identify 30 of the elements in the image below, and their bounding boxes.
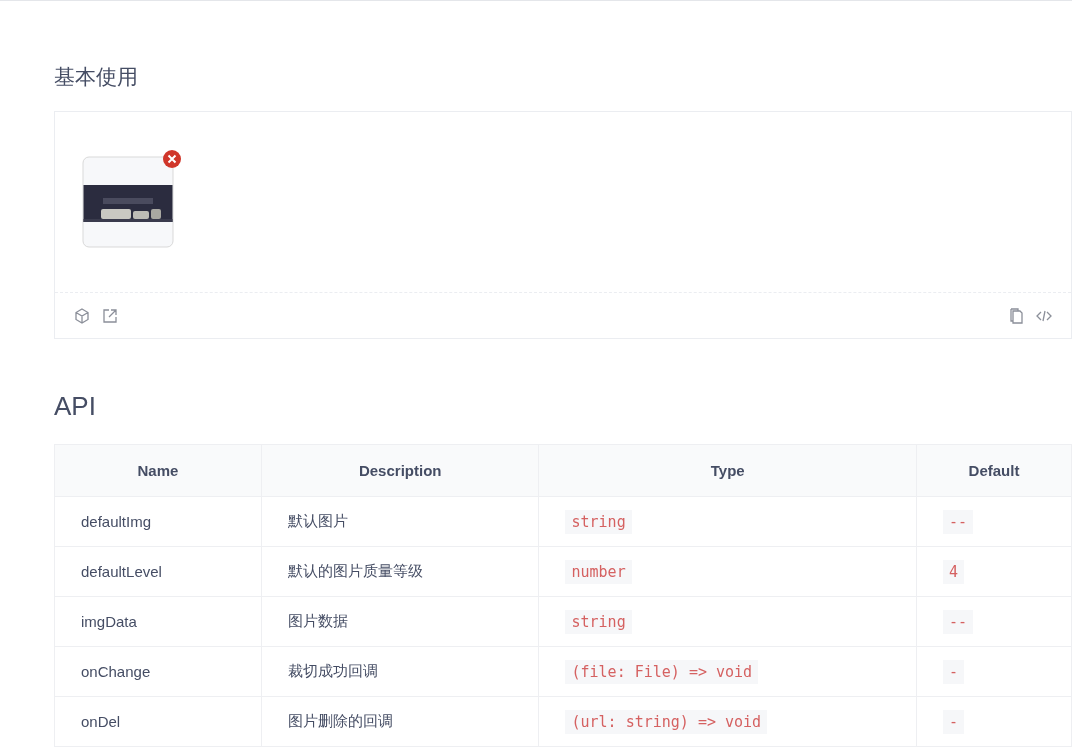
section-title: 基本使用 — [54, 64, 139, 90]
table-cell: 默认的图片质量等级 — [261, 546, 539, 597]
default-code: -- — [943, 609, 974, 634]
copy-icon[interactable] — [1007, 306, 1025, 325]
table-cell: 裁切成功回调 — [261, 646, 539, 697]
remove-icon[interactable] — [163, 150, 181, 168]
type-code: (file: File) => void — [565, 659, 759, 684]
table-cell: 默认图片 — [261, 496, 539, 547]
type-code: number — [565, 559, 632, 584]
default-code: 4 — [943, 559, 965, 584]
table-cell: 图片删除的回调 — [261, 696, 539, 747]
type-code: string — [565, 509, 632, 534]
table-cell: onChange — [54, 646, 262, 697]
column-header: Description — [261, 444, 539, 497]
table-cell: onDel — [54, 696, 262, 747]
table-cell: defaultImg — [54, 496, 262, 547]
column-header: Default — [916, 444, 1072, 497]
column-header: Type — [539, 444, 917, 497]
cube-icon[interactable] — [73, 306, 91, 325]
section-title: API — [54, 391, 97, 422]
column-header: Name — [54, 444, 262, 497]
default-code: - — [943, 659, 965, 684]
table-cell: imgData — [54, 596, 262, 647]
type-code: (url: string) => void — [565, 709, 768, 734]
default-code: - — [943, 709, 965, 734]
table-cell: 图片数据 — [261, 596, 539, 647]
default-code: -- — [943, 509, 974, 534]
external-link-icon[interactable] — [101, 306, 119, 325]
type-code: string — [565, 609, 632, 634]
table-cell: defaultLevel — [54, 546, 262, 597]
